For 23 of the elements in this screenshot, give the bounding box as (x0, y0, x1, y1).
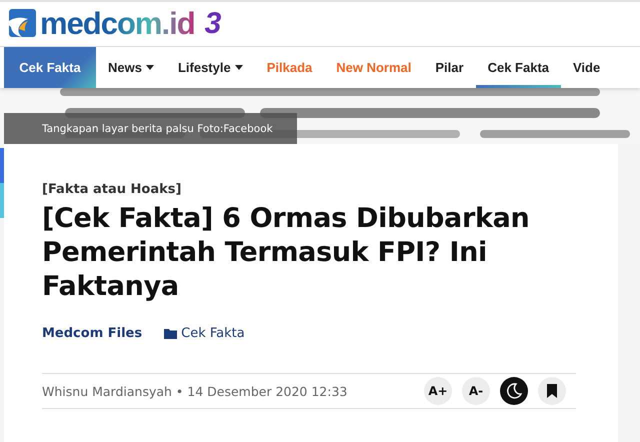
source-link[interactable]: Medcom Files (42, 326, 142, 341)
moon-icon (505, 382, 523, 400)
font-size-button[interactable]: A- (462, 377, 490, 405)
eagle-logo-icon (6, 9, 36, 39)
image-caption: Tangkapan layar berita palsu Foto:Facebook (4, 113, 297, 144)
nav-item[interactable]: Cek Fakta (476, 47, 561, 88)
section-label[interactable]: Cek Fakta (4, 47, 96, 88)
bookmark-icon (547, 384, 557, 398)
nav-item[interactable]: Vide (561, 47, 612, 88)
article-title: [Cek Fakta] 6 Ormas Dibubarkan Pemerintah Termasuk FPI? Ini Faktanya (42, 202, 530, 304)
folder-icon (164, 328, 178, 338)
channel-link[interactable]: Cek Fakta (164, 326, 245, 341)
byline: Whisnu Mardiansyah • 14 Desember 2020 12:33 (42, 384, 348, 398)
anniversary-logo: 3 (204, 7, 222, 41)
font-size-button[interactable]: A+ (424, 377, 452, 405)
caret-icon (234, 65, 243, 70)
caret-icon (146, 65, 154, 70)
bookmark-button[interactable] (538, 377, 566, 405)
nav-item[interactable]: Pilar (423, 47, 476, 88)
dark-mode-button[interactable] (500, 377, 528, 405)
nav-item[interactable]: Lifestyle (166, 47, 255, 88)
nav-item[interactable]: News (96, 47, 166, 88)
article-category[interactable]: [Fakta atau Hoaks] (42, 182, 576, 197)
